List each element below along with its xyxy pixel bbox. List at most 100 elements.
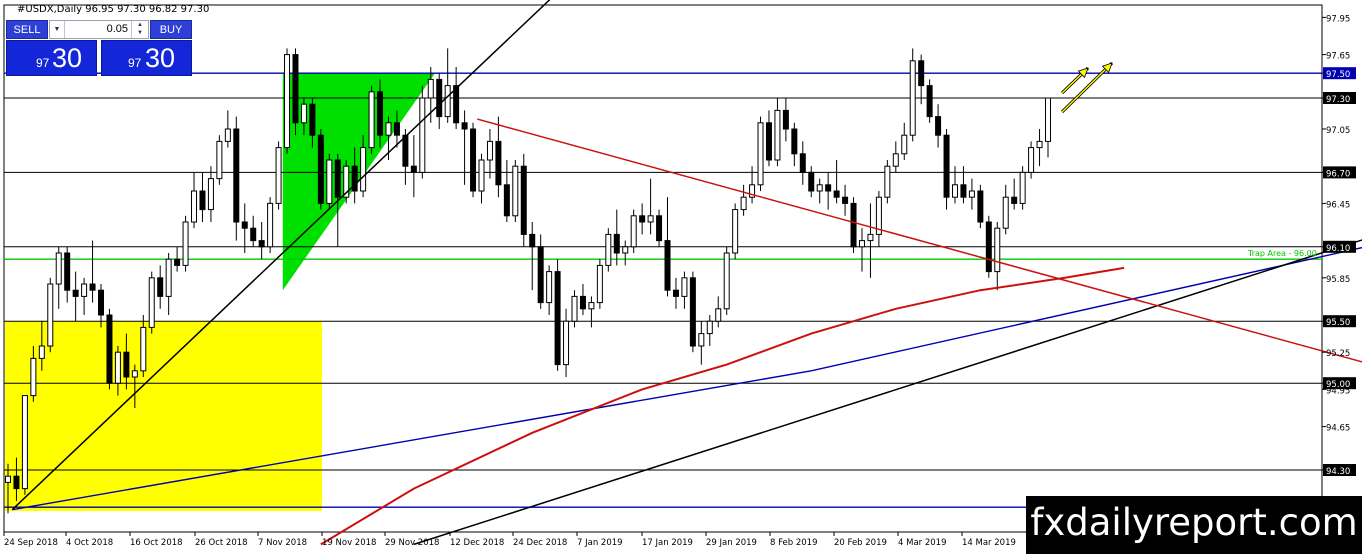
y-tick-label: 95.25 bbox=[1326, 349, 1350, 359]
candle bbox=[233, 116, 240, 241]
candle bbox=[368, 85, 375, 154]
candle-body bbox=[427, 78, 434, 99]
candle-body bbox=[157, 277, 164, 297]
candle bbox=[267, 197, 274, 253]
level-label: 96.70 bbox=[1326, 169, 1350, 179]
candle-body bbox=[935, 116, 942, 136]
candle-body bbox=[444, 85, 451, 118]
candle-body bbox=[486, 140, 493, 161]
spinner-icon[interactable]: ▲ ▼ bbox=[131, 21, 148, 38]
candle bbox=[605, 228, 612, 272]
buy-price-small: 97 bbox=[128, 56, 142, 70]
candle bbox=[106, 308, 113, 390]
candle-body bbox=[461, 122, 468, 130]
candle-body bbox=[106, 314, 113, 384]
buy-button[interactable]: BUY bbox=[150, 20, 192, 39]
candle-body bbox=[943, 134, 950, 198]
candle-body bbox=[436, 78, 443, 118]
candle-body bbox=[309, 103, 316, 136]
candle-body bbox=[520, 165, 527, 235]
candle-body bbox=[216, 140, 223, 180]
candle-body bbox=[13, 475, 20, 490]
candle-body bbox=[64, 252, 71, 291]
y-tick-label: 97.95 bbox=[1326, 14, 1350, 24]
candle-body bbox=[672, 289, 679, 297]
candlestick-chart: Trap Area - 96.00 97.95 97.65 97.50 97.30 97… bbox=[3, 0, 1362, 548]
x-tick-label: 14 Mar 2019 bbox=[962, 538, 1016, 548]
lot-size-field[interactable]: ▼ 0.05 ▲ ▼ bbox=[49, 20, 149, 39]
candle-body bbox=[757, 122, 764, 186]
candle-body bbox=[571, 295, 578, 322]
candle-body bbox=[5, 475, 11, 483]
candle-body bbox=[546, 271, 553, 304]
candle-body bbox=[926, 85, 933, 118]
candle-body bbox=[98, 289, 105, 316]
candle-body bbox=[960, 184, 967, 198]
y-tick-label: 97.65 bbox=[1326, 52, 1350, 62]
watermark-brand: fxdailyreport.com bbox=[1026, 496, 1362, 554]
candle bbox=[21, 395, 28, 495]
candle bbox=[343, 160, 350, 204]
candle-body bbox=[300, 103, 307, 124]
candle-body bbox=[639, 215, 646, 223]
x-tick-label: 4 Oct 2018 bbox=[66, 538, 113, 548]
candle bbox=[977, 184, 984, 229]
candle bbox=[596, 259, 603, 309]
candle bbox=[723, 246, 730, 315]
candle-body bbox=[233, 128, 240, 223]
candle-body bbox=[224, 128, 231, 142]
x-tick-label: 24 Sep 2018 bbox=[4, 538, 58, 548]
candle-body bbox=[402, 134, 409, 167]
candle-body bbox=[30, 357, 37, 397]
candle-body bbox=[765, 122, 772, 161]
candle-body bbox=[410, 165, 417, 173]
candle-body bbox=[419, 97, 426, 173]
buy-price-box[interactable]: 97 30 bbox=[101, 40, 192, 76]
candle-body bbox=[38, 345, 45, 359]
candle-body bbox=[470, 128, 477, 192]
candle bbox=[630, 209, 637, 253]
y-tick-label: 94.65 bbox=[1326, 424, 1350, 434]
candle-body bbox=[199, 190, 206, 211]
x-tick-label: 7 Nov 2018 bbox=[258, 538, 307, 548]
candle-body bbox=[858, 240, 865, 248]
candle bbox=[216, 135, 223, 185]
candle-body bbox=[723, 252, 730, 310]
candle-body bbox=[698, 333, 705, 347]
x-tick-label: 12 Dec 2018 bbox=[450, 538, 504, 548]
dropdown-arrow-icon[interactable]: ▼ bbox=[50, 21, 65, 38]
candle-body bbox=[808, 171, 815, 192]
candle-body bbox=[478, 159, 485, 192]
candle-body bbox=[72, 289, 79, 297]
candle-body bbox=[131, 370, 138, 378]
candle-body bbox=[706, 320, 713, 335]
candle bbox=[182, 215, 189, 272]
level-label: 94.30 bbox=[1326, 467, 1350, 477]
candle bbox=[732, 203, 739, 260]
sell-button[interactable]: SELL bbox=[6, 20, 48, 39]
candle-body bbox=[393, 122, 400, 136]
level-label: 97.30 bbox=[1326, 95, 1350, 105]
candle bbox=[317, 129, 324, 210]
lot-size-value: 0.05 bbox=[106, 23, 128, 35]
candle-body bbox=[1036, 140, 1043, 149]
candle-body bbox=[909, 60, 916, 136]
candle-body bbox=[596, 264, 603, 304]
candle-body bbox=[630, 215, 637, 248]
candle bbox=[943, 129, 950, 210]
x-tick-label: 8 Feb 2019 bbox=[770, 538, 818, 548]
candle-body bbox=[503, 184, 510, 217]
sell-price-small: 97 bbox=[36, 56, 50, 70]
candle-body bbox=[326, 159, 333, 204]
candle-body bbox=[842, 196, 849, 204]
x-tick-label: 24 Dec 2018 bbox=[513, 538, 567, 548]
x-tick-label: 29 Nov 2018 bbox=[385, 538, 439, 548]
candle-body bbox=[1045, 97, 1051, 142]
candle-body bbox=[81, 283, 88, 297]
sell-price-big: 30 bbox=[52, 43, 83, 73]
candle-body bbox=[613, 233, 620, 254]
candle bbox=[689, 271, 696, 353]
candle bbox=[326, 153, 333, 210]
candle-body bbox=[495, 140, 502, 186]
sell-price-box[interactable]: 97 30 bbox=[6, 40, 97, 76]
